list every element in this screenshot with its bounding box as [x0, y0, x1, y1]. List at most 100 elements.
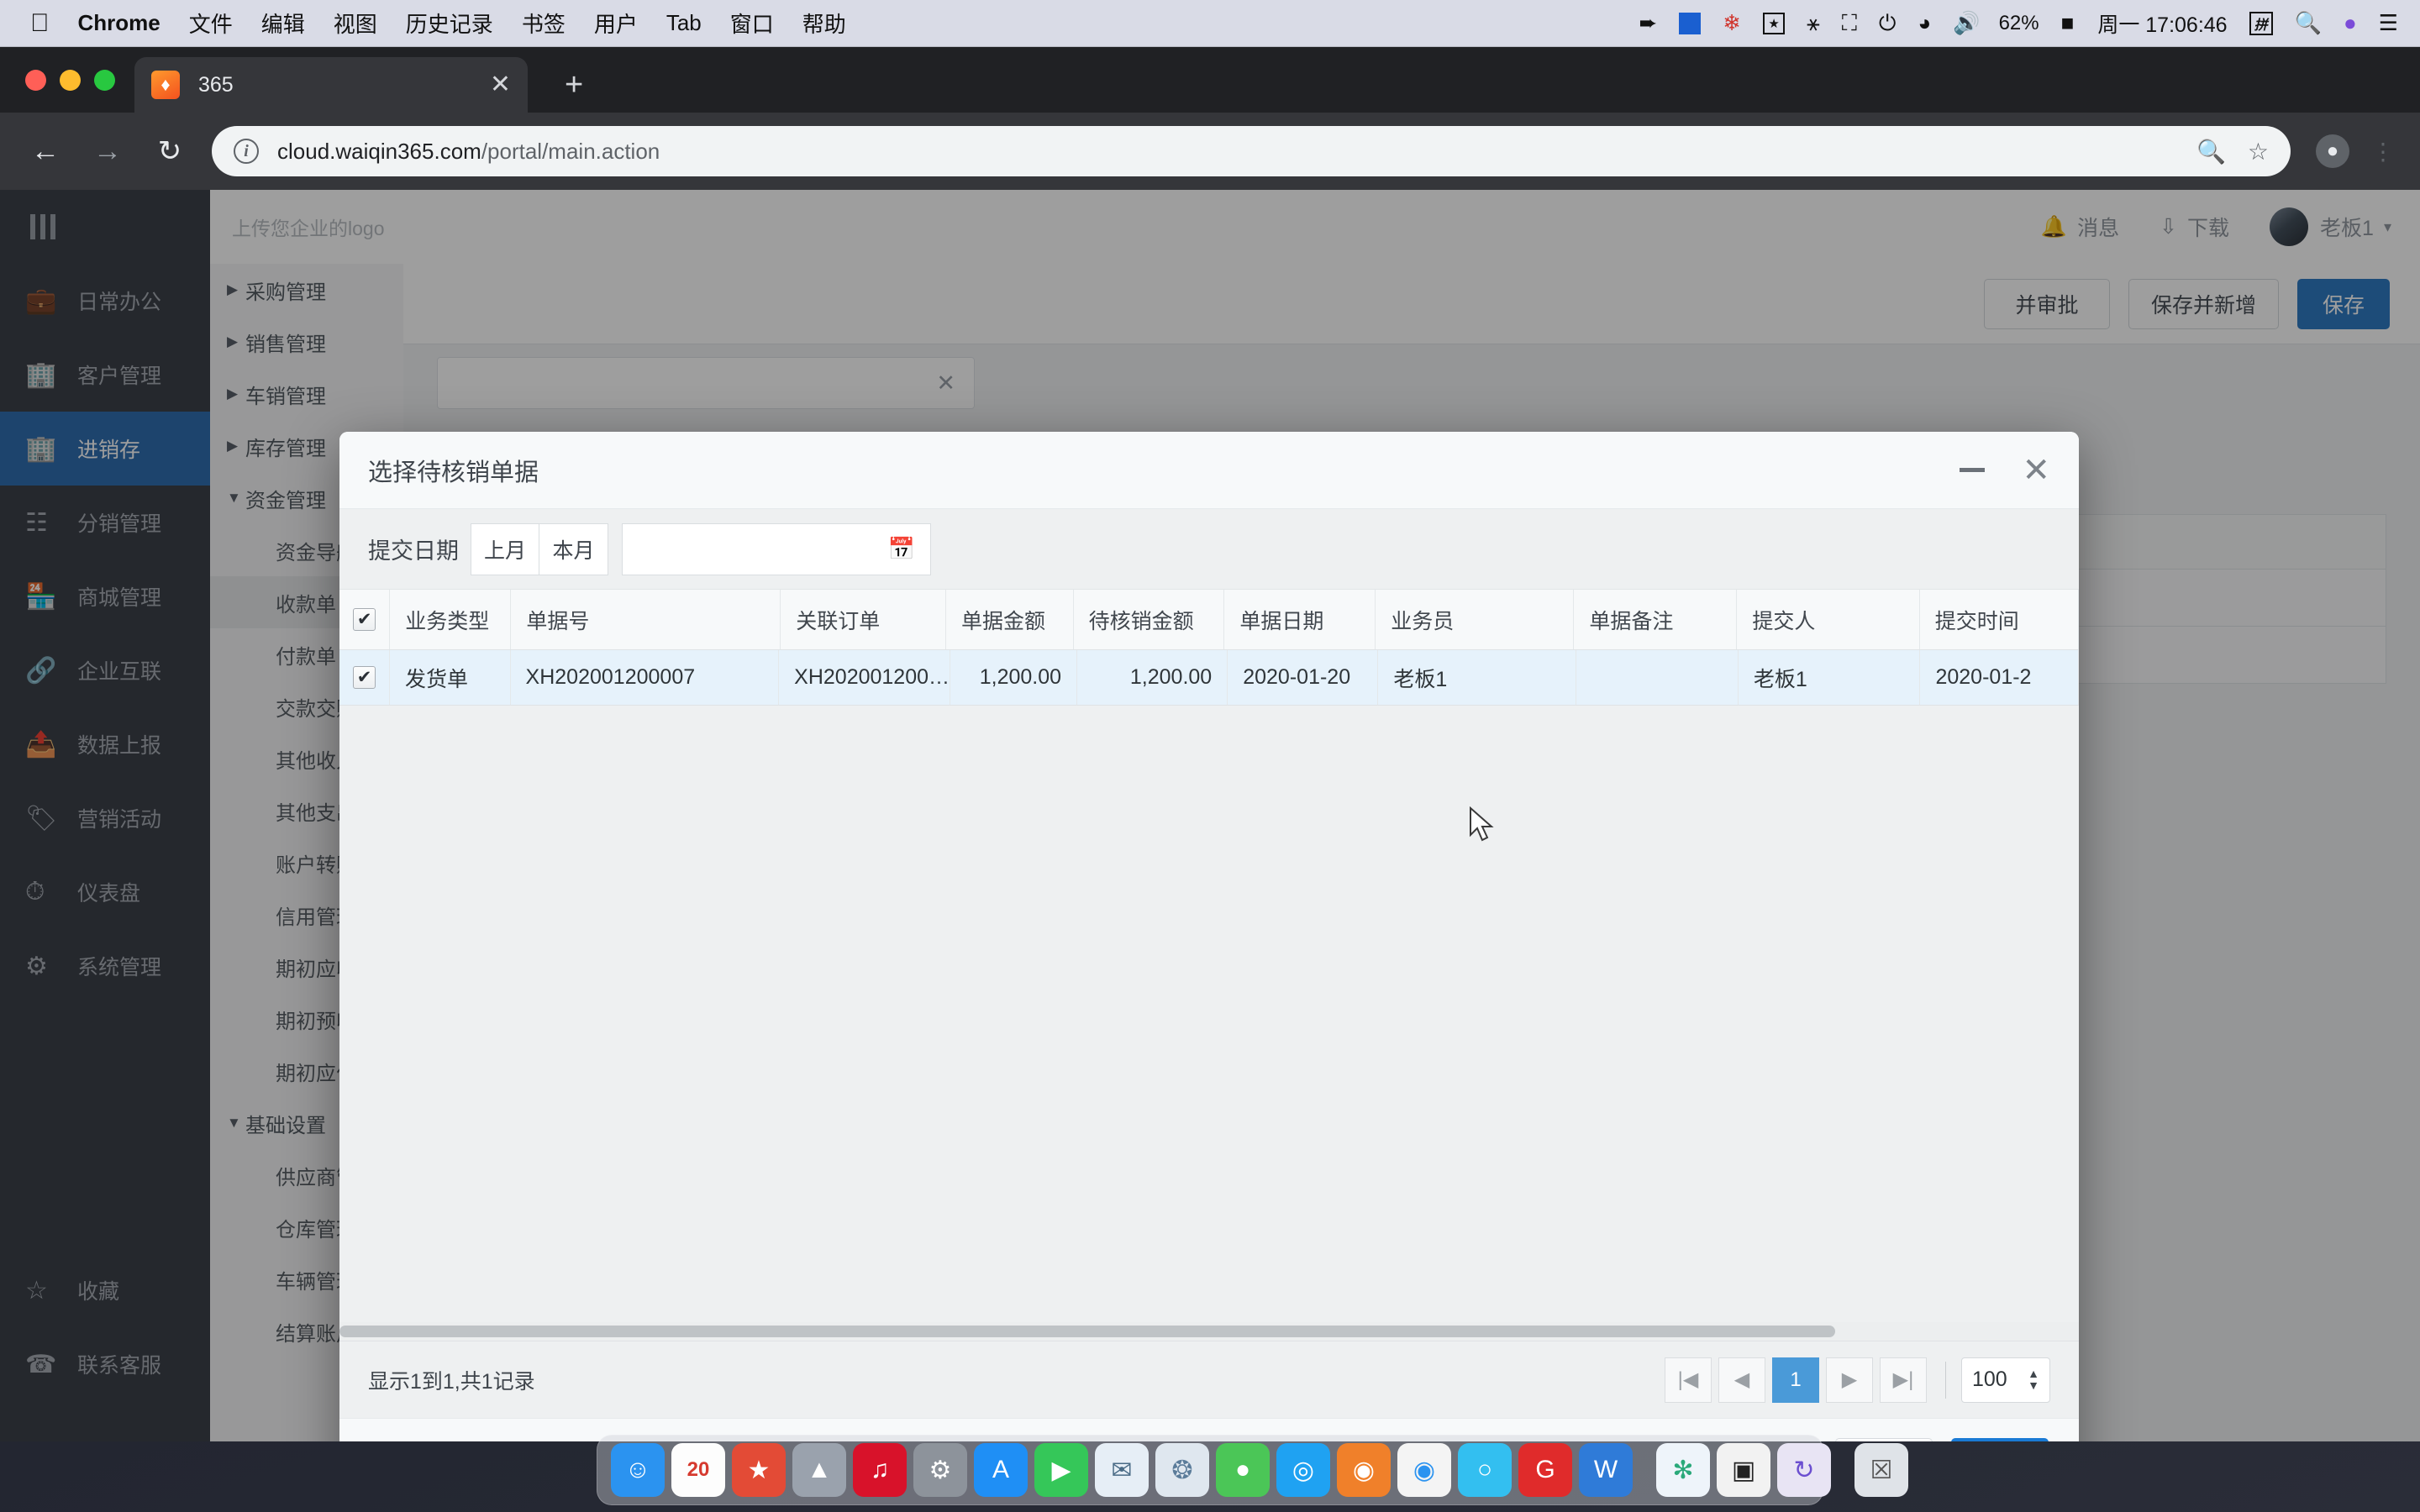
col-submit-time[interactable]: 提交时间: [1920, 590, 2079, 649]
close-dialog-icon[interactable]: ✕: [2022, 454, 2050, 487]
calendar-icon[interactable]: 📅: [888, 536, 915, 562]
dock-app-screenshot[interactable]: ▣: [1717, 1443, 1770, 1497]
col-salesman[interactable]: 业务员: [1376, 590, 1575, 649]
menu-bar-clock[interactable]: 周一 17:06:46: [2097, 8, 2227, 39]
reload-button[interactable]: ↻: [153, 134, 187, 168]
col-business-type[interactable]: 业务类型: [390, 590, 512, 649]
last-month-button[interactable]: 上月: [471, 522, 539, 575]
bluetooth-icon[interactable]: ⏻: [1879, 10, 1897, 37]
menu-edit[interactable]: 编辑: [261, 8, 305, 39]
menu-chrome[interactable]: Chrome: [78, 10, 160, 36]
maximize-window-button[interactable]: [94, 70, 115, 91]
dock-app-gaode-map[interactable]: G: [1518, 1443, 1572, 1497]
apple-menu-icon[interactable]: : [30, 10, 50, 36]
forward-button[interactable]: →: [91, 135, 124, 168]
dock-app-chrome[interactable]: ◉: [1397, 1443, 1451, 1497]
dock-app-todo[interactable]: ★: [732, 1443, 786, 1497]
dock-app-system-settings[interactable]: ⚙: [913, 1443, 967, 1497]
last-page-button[interactable]: ▶|: [1880, 1357, 1927, 1403]
next-page-button[interactable]: ▶: [1826, 1357, 1873, 1403]
table-horizontal-scrollbar[interactable]: [339, 1322, 2079, 1341]
profile-avatar-icon[interactable]: ●: [2316, 134, 2349, 168]
volume-icon[interactable]: 🔊: [1953, 10, 1980, 36]
dock-app-firefox[interactable]: ◉: [1337, 1443, 1391, 1497]
dock-app-wechat[interactable]: ●: [1216, 1443, 1270, 1497]
row-select-cell: ✔: [339, 650, 390, 705]
browser-tab[interactable]: ♦ 365 ✕: [134, 57, 528, 113]
stepper-arrows-icon[interactable]: ▲ ▼: [2028, 1368, 2039, 1391]
cell-doc-remark: [1576, 650, 1739, 705]
dock-app-cloud-sync[interactable]: ↻: [1777, 1443, 1831, 1497]
col-doc-remark[interactable]: 单据备注: [1574, 590, 1738, 649]
close-button[interactable]: 关闭: [1835, 1437, 1933, 1441]
select-all-checkbox[interactable]: ✔: [353, 608, 376, 631]
zoom-search-icon[interactable]: 🔍: [2196, 138, 2226, 165]
location-arrow-icon[interactable]: ➨: [1639, 10, 1657, 36]
dock-app-app-store[interactable]: A: [974, 1443, 1028, 1497]
menu-help[interactable]: 帮助: [802, 8, 846, 39]
dock-app-finder[interactable]: ☺: [611, 1443, 665, 1497]
this-month-button[interactable]: 本月: [539, 522, 608, 575]
wifi-icon[interactable]: ◕: [1918, 10, 1931, 36]
page-size-stepper[interactable]: 100 ▲ ▼: [1961, 1357, 2050, 1403]
submit-date-input[interactable]: 📅: [622, 522, 931, 575]
bookmark-star-icon[interactable]: ☆: [2248, 138, 2269, 165]
dock-app-mail[interactable]: ✉: [1095, 1443, 1149, 1497]
menu-view[interactable]: 视图: [334, 8, 377, 39]
battery-icon[interactable]: ■: [2061, 10, 2075, 36]
airplay-icon[interactable]: ⛶: [1842, 10, 1857, 37]
menu-window[interactable]: 窗口: [730, 8, 774, 39]
select-writeoff-documents-dialog: 选择待核销单据 ✕ 提交日期 上月 本月 📅 ✔ 业务类型 单据号 关联订单 单…: [339, 432, 2079, 1441]
page-1-button[interactable]: 1: [1772, 1357, 1819, 1403]
close-tab-icon[interactable]: ✕: [490, 72, 511, 97]
dock-app-launchpad[interactable]: ▲: [792, 1443, 846, 1497]
cloud-upload-icon[interactable]: [1679, 12, 1702, 34]
col-submitter[interactable]: 提交人: [1737, 590, 1920, 649]
accessibility-icon[interactable]: ⚹: [1807, 10, 1820, 37]
spotlight-search-icon[interactable]: 🔍: [2295, 10, 2322, 36]
cell-doc-amount: 1,200.00: [950, 650, 1078, 705]
dock-app-facetime[interactable]: ▶: [1034, 1443, 1088, 1497]
battery-percent[interactable]: 62%: [1999, 12, 2039, 35]
cell-salesman: 老板1: [1378, 650, 1576, 705]
dock-app-calendar[interactable]: 20: [671, 1443, 725, 1497]
dock-trash[interactable]: ☒: [1854, 1443, 1908, 1497]
chrome-window: ♦ 365 ✕ + ← → ↻ i cloud.waiqin365.com/po…: [0, 47, 2420, 1441]
dock-app-photos[interactable]: ❂: [1155, 1443, 1209, 1497]
col-doc-amount[interactable]: 单据金额: [946, 590, 1074, 649]
tab-favicon: ♦: [151, 71, 180, 99]
row-checkbox[interactable]: ✔: [353, 666, 376, 689]
input-method-icon[interactable]: 拼: [2249, 11, 2273, 35]
col-pending-amount[interactable]: 待核销金额: [1074, 590, 1225, 649]
bookmark-star-icon[interactable]: ★: [1763, 12, 1786, 34]
menu-profiles[interactable]: 用户: [594, 8, 638, 39]
dock-app-qq[interactable]: ○: [1458, 1443, 1512, 1497]
control-center-icon[interactable]: ☰: [2379, 10, 2398, 36]
scrollbar-thumb[interactable]: [339, 1326, 1835, 1337]
wechat-work-icon[interactable]: ❄: [1723, 10, 1741, 36]
site-info-icon[interactable]: i: [234, 139, 259, 164]
dock-app-wps[interactable]: W: [1579, 1443, 1633, 1497]
menu-bookmarks[interactable]: 书签: [522, 8, 566, 39]
new-tab-button[interactable]: +: [565, 69, 583, 101]
col-doc-no[interactable]: 单据号: [511, 590, 781, 649]
menu-history[interactable]: 历史记录: [406, 8, 493, 39]
col-doc-date[interactable]: 单据日期: [1224, 590, 1376, 649]
confirm-button[interactable]: 确认: [1951, 1437, 2049, 1441]
dock-app-dingtalk[interactable]: ✻: [1656, 1443, 1710, 1497]
address-bar[interactable]: i cloud.waiqin365.com/portal/main.action…: [212, 126, 2291, 176]
close-window-button[interactable]: [25, 70, 46, 91]
menu-tab[interactable]: Tab: [666, 10, 702, 36]
col-related-order[interactable]: 关联订单: [781, 590, 946, 649]
back-button[interactable]: ←: [29, 135, 62, 168]
menu-file[interactable]: 文件: [189, 8, 233, 39]
prev-page-button[interactable]: ◀: [1718, 1357, 1765, 1403]
dock-app-netease-music[interactable]: ♫: [853, 1443, 907, 1497]
minimize-dialog-button[interactable]: [1960, 468, 1986, 472]
minimize-window-button[interactable]: [60, 70, 81, 91]
first-page-button[interactable]: |◀: [1665, 1357, 1712, 1403]
siri-icon[interactable]: ●: [2344, 10, 2357, 36]
chrome-menu-icon[interactable]: ⋮: [2371, 138, 2395, 165]
table-row[interactable]: ✔ 发货单 XH202001200007 XH202001200… 1,200.…: [339, 650, 2079, 706]
dock-app-safari[interactable]: ◎: [1276, 1443, 1330, 1497]
